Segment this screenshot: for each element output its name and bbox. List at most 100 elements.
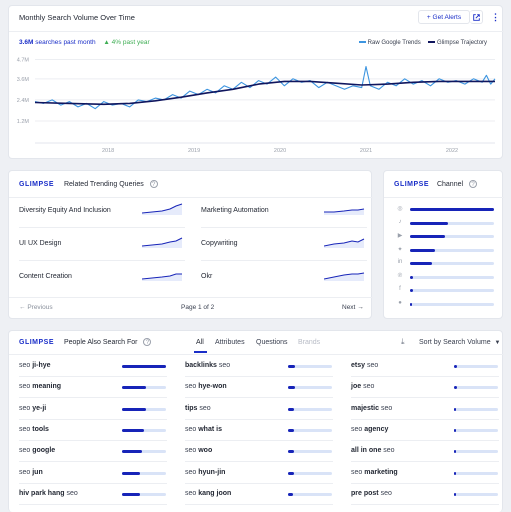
volume-bar-fill xyxy=(454,386,457,390)
tab-all[interactable]: All xyxy=(196,339,204,346)
search-term-item[interactable]: seo what is xyxy=(185,426,222,433)
related-query-item[interactable]: Okr xyxy=(201,273,212,280)
volume-bar-fill xyxy=(122,428,144,432)
term-prefix: seo xyxy=(19,362,33,369)
volume-bar-fill xyxy=(122,471,141,475)
get-alerts-button[interactable]: + Get Alerts xyxy=(418,10,470,24)
more-options-icon[interactable]: ⋮ xyxy=(491,12,500,23)
related-divider xyxy=(9,197,373,198)
search-term-item[interactable]: seo kang joon xyxy=(185,490,231,497)
trajectory-line xyxy=(34,80,495,106)
volume-bar xyxy=(454,492,498,496)
search-term-item[interactable]: pre post seo xyxy=(351,490,392,497)
plus-icon: + xyxy=(426,14,431,21)
volume-bar xyxy=(288,492,332,496)
search-term-item[interactable]: hiv park hang seo xyxy=(19,490,78,497)
term-keyword: woo xyxy=(198,447,213,455)
legend-raw-label: Raw Google Trends xyxy=(367,40,421,46)
volume-bar xyxy=(122,450,166,454)
channel-bar-fill xyxy=(410,262,432,265)
volume-bar xyxy=(122,365,166,368)
previous-button[interactable]: ← Previous xyxy=(19,304,53,311)
tab-questions[interactable]: Questions xyxy=(256,339,288,346)
next-button[interactable]: Next → xyxy=(342,304,364,311)
channel-bar-fill xyxy=(410,302,412,306)
search-term-item[interactable]: etsy seo xyxy=(351,362,378,369)
glimpse-logo: GLIMPSE xyxy=(19,339,55,346)
search-term-item[interactable]: seo hye-won xyxy=(185,383,227,390)
volume-bar-fill xyxy=(288,365,295,368)
help-icon[interactable]: ? xyxy=(149,180,158,188)
tab-brands[interactable]: Brands xyxy=(298,339,320,346)
volume-bar xyxy=(454,450,498,454)
related-query-item[interactable]: UI UX Design xyxy=(19,240,61,247)
search-term-item[interactable]: seo ji-hye xyxy=(19,362,51,369)
search-term-item[interactable]: all in one seo xyxy=(351,447,395,454)
related-footer-divider xyxy=(9,297,373,298)
search-term-item[interactable]: seo ye-ji xyxy=(19,405,46,412)
related-query-item[interactable]: Marketing Automation xyxy=(201,207,269,214)
row-divider xyxy=(19,376,167,377)
y-tick-label: 2.4M xyxy=(17,98,30,104)
reddit-icon: ● xyxy=(398,299,402,306)
legend-raw-swatch xyxy=(359,41,366,44)
search-term-item[interactable]: tips seo xyxy=(185,405,211,412)
external-link-icon xyxy=(472,14,480,21)
term-suffix: seo xyxy=(378,489,392,497)
help-icon[interactable]: ? xyxy=(469,180,477,188)
channel-bar xyxy=(410,275,494,279)
row-divider xyxy=(201,260,367,261)
volume-bar xyxy=(288,428,332,432)
previous-label: Previous xyxy=(27,304,53,311)
sort-label: Sort by Search Volume xyxy=(419,339,491,346)
arrow-right-icon: → xyxy=(357,304,364,311)
search-term-item[interactable]: seo hyun-jin xyxy=(185,469,225,476)
search-term-item[interactable]: majestic seo xyxy=(351,405,392,412)
external-link-button[interactable] xyxy=(470,10,483,24)
search-term-item[interactable]: seo tools xyxy=(19,426,49,433)
volume-bar-fill xyxy=(122,386,147,390)
term-prefix: seo xyxy=(19,404,33,412)
term-keyword: google xyxy=(32,447,56,455)
volume-bar xyxy=(122,428,166,432)
volume-bar-fill xyxy=(454,365,457,368)
tab-attributes[interactable]: Attributes xyxy=(215,339,245,346)
arrow-left-icon: ← xyxy=(19,304,26,311)
help-icon[interactable]: ? xyxy=(143,338,152,346)
search-term-item[interactable]: seo woo xyxy=(185,447,212,454)
volume-bar xyxy=(122,386,166,390)
term-suffix: seo xyxy=(379,404,393,412)
search-term-item[interactable]: backlinks seo xyxy=(185,362,230,369)
y-tick-label: 4.7M xyxy=(17,58,30,64)
related-query-item[interactable]: Diversity Equity And Inclusion xyxy=(19,207,111,214)
search-term-item[interactable]: seo meaning xyxy=(19,383,61,390)
row-divider xyxy=(19,397,167,399)
channel-bar xyxy=(410,235,494,238)
term-suffix: seo xyxy=(365,362,379,369)
search-term-item[interactable]: seo marketing xyxy=(351,469,398,476)
page-indicator: Page 1 of 2 xyxy=(181,304,215,311)
term-keyword: backlinks xyxy=(185,362,217,369)
term-keyword: pre post xyxy=(351,489,379,497)
channel-divider xyxy=(384,197,504,198)
searches-summary: 3.6M searches past month ▲ 4% past year xyxy=(19,39,150,46)
search-term-item[interactable]: joe seo xyxy=(351,383,374,390)
term-prefix: seo xyxy=(351,425,365,433)
sparkline-area xyxy=(142,238,182,248)
search-term-item[interactable]: seo jun xyxy=(19,469,43,476)
caret-down-icon: ▼ xyxy=(494,340,501,346)
volume-bar xyxy=(454,407,498,411)
channel-bar-fill xyxy=(410,248,436,252)
searches-value: 3.6M xyxy=(19,39,34,46)
related-query-item[interactable]: Copywriting xyxy=(201,240,238,247)
search-term-item[interactable]: seo google xyxy=(19,447,55,454)
volume-bar-fill xyxy=(288,407,295,411)
instagram-icon: ◎ xyxy=(397,206,403,212)
search-term-item[interactable]: seo agency xyxy=(351,426,388,433)
related-query-item[interactable]: Content Creation xyxy=(19,273,72,280)
sort-dropdown[interactable]: Sort by Search Volume ▼ xyxy=(419,339,501,346)
term-keyword: ji-hye xyxy=(32,362,51,369)
row-divider xyxy=(351,439,499,441)
download-icon[interactable]: ⤓ xyxy=(401,337,405,347)
term-keyword: jun xyxy=(32,468,43,476)
